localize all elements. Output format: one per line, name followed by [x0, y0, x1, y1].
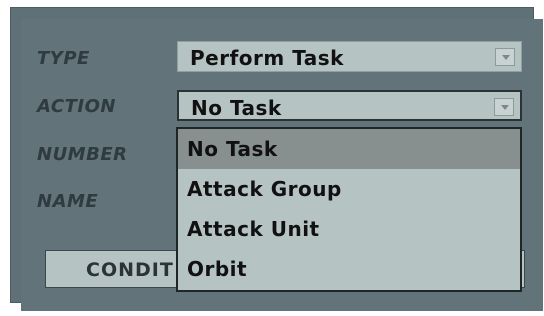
action-select-value: No Task [191, 96, 282, 120]
action-dropdown-list: No Task Attack Group Attack Unit Orbit [176, 127, 522, 292]
chevron-down-icon[interactable] [495, 48, 515, 66]
name-label: NAME [37, 191, 99, 212]
dropdown-option-attack-group[interactable]: Attack Group [178, 169, 520, 209]
action-label: ACTION [37, 96, 116, 117]
conditions-button-label: CONDIT [86, 259, 174, 281]
action-select[interactable]: No Task [177, 90, 522, 121]
dropdown-option-no-task[interactable]: No Task [178, 129, 520, 169]
dropdown-option-orbit[interactable]: Orbit [178, 249, 520, 289]
type-select-value: Perform Task [190, 46, 344, 70]
type-select[interactable]: Perform Task [177, 41, 522, 72]
number-label: NUMBER [37, 144, 128, 165]
dropdown-option-attack-unit[interactable]: Attack Unit [178, 209, 520, 249]
chevron-down-icon[interactable] [494, 98, 514, 116]
type-label: TYPE [37, 48, 90, 69]
